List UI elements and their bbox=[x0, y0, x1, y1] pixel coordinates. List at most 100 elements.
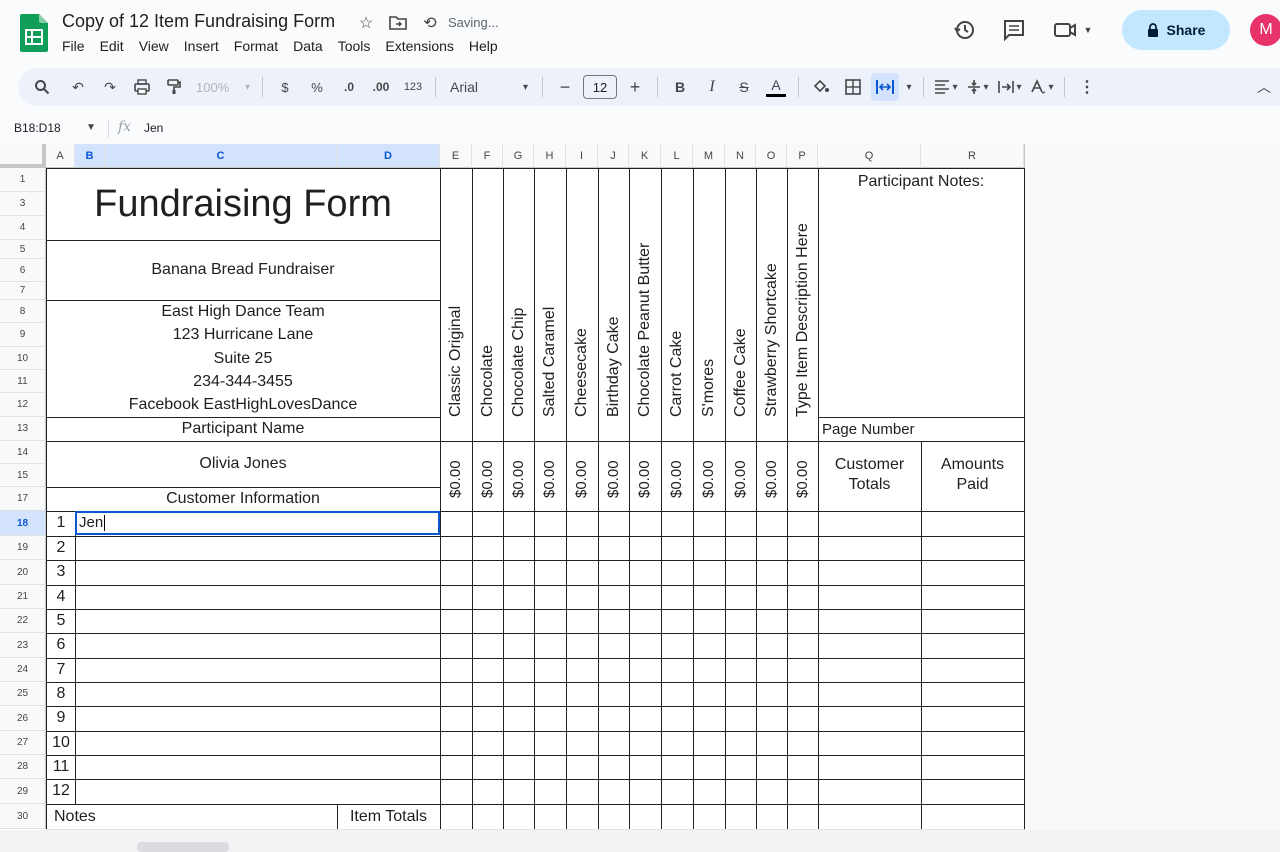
name-box[interactable]: B18:D18 bbox=[14, 121, 61, 135]
menu-edit[interactable]: Edit bbox=[100, 38, 131, 54]
row-header-15[interactable]: 15 bbox=[0, 464, 46, 487]
merge-options-chevron-icon[interactable]: ▾ bbox=[903, 73, 915, 101]
menu-format[interactable]: Format bbox=[234, 38, 285, 54]
text-rotation-icon[interactable]: ▾ bbox=[1028, 73, 1056, 101]
column-header-n[interactable]: N bbox=[725, 144, 756, 168]
row-header-27[interactable]: 27 bbox=[0, 731, 46, 755]
document-title[interactable]: Copy of 12 Item Fundraising Form bbox=[62, 11, 335, 32]
row-header-19[interactable]: 19 bbox=[0, 536, 46, 560]
column-header-h[interactable]: H bbox=[534, 144, 566, 168]
zoom-select[interactable]: 100% ▾ bbox=[192, 73, 254, 101]
column-header-q[interactable]: Q bbox=[818, 144, 921, 168]
print-icon[interactable] bbox=[128, 73, 156, 101]
vertical-align-icon[interactable]: ▾ bbox=[964, 73, 992, 101]
strikethrough-button[interactable]: S bbox=[730, 73, 758, 101]
redo-icon[interactable]: ↷ bbox=[96, 73, 124, 101]
menu-view[interactable]: View bbox=[139, 38, 176, 54]
row-header-5[interactable]: 5 bbox=[0, 240, 46, 259]
row-header-1[interactable]: 1 bbox=[0, 168, 46, 192]
column-header-j[interactable]: J bbox=[598, 144, 629, 168]
merge-cells-icon[interactable] bbox=[871, 73, 899, 101]
scrollbar-thumb[interactable] bbox=[137, 842, 229, 852]
text-wrapping-icon[interactable]: ▾ bbox=[996, 73, 1024, 101]
select-all-corner[interactable] bbox=[0, 144, 46, 168]
comments-icon[interactable] bbox=[994, 10, 1034, 50]
column-header-m[interactable]: M bbox=[693, 144, 725, 168]
avatar[interactable]: M bbox=[1250, 14, 1280, 46]
star-icon[interactable]: ☆ bbox=[354, 12, 378, 34]
row-header-7[interactable]: 7 bbox=[0, 282, 46, 300]
row-header-22[interactable]: 22 bbox=[0, 609, 46, 633]
row-header-17[interactable]: 17 bbox=[0, 487, 46, 511]
selected-cell-value[interactable]: Jen bbox=[79, 514, 103, 531]
row-header-10[interactable]: 10 bbox=[0, 347, 46, 370]
row-header-29[interactable]: 29 bbox=[0, 779, 46, 804]
percent-format-button[interactable]: % bbox=[303, 73, 331, 101]
fill-color-icon[interactable] bbox=[807, 73, 835, 101]
text-color-button[interactable]: A bbox=[762, 73, 790, 101]
bold-button[interactable]: B bbox=[666, 73, 694, 101]
column-header-r[interactable]: R bbox=[921, 144, 1024, 168]
borders-icon[interactable] bbox=[839, 73, 867, 101]
undo-icon[interactable]: ↶ bbox=[64, 73, 92, 101]
increase-font-size-button[interactable]: + bbox=[621, 73, 649, 101]
decrease-font-size-button[interactable]: − bbox=[551, 73, 579, 101]
increase-decimal-button[interactable]: .00 bbox=[367, 73, 395, 101]
row-header-8[interactable]: 8 bbox=[0, 300, 46, 323]
column-header-k[interactable]: K bbox=[629, 144, 661, 168]
search-menus-icon[interactable] bbox=[28, 73, 56, 101]
font-size-value[interactable]: 12 bbox=[583, 75, 617, 99]
decrease-decimal-button[interactable]: .0 bbox=[335, 73, 363, 101]
move-folder-icon[interactable] bbox=[386, 12, 410, 34]
sheet-grid[interactable]: A B C D E F G H I J K L M N O P Q R 1 3 4 5 6 7 8 9 10 11 12 13 14 15 17… bbox=[0, 144, 1280, 830]
row-header-20[interactable]: 20 bbox=[0, 560, 46, 585]
column-header-l[interactable]: L bbox=[661, 144, 693, 168]
column-header-i[interactable]: I bbox=[566, 144, 598, 168]
row-header-12[interactable]: 12 bbox=[0, 393, 46, 417]
chevron-down-icon[interactable]: ▼ bbox=[86, 122, 96, 133]
row-header-3[interactable]: 3 bbox=[0, 192, 46, 216]
column-header-f[interactable]: F bbox=[472, 144, 503, 168]
row-header-26[interactable]: 26 bbox=[0, 706, 46, 731]
row-header-21[interactable]: 21 bbox=[0, 585, 46, 609]
column-header-g[interactable]: G bbox=[503, 144, 534, 168]
row-header-13[interactable]: 13 bbox=[0, 417, 46, 441]
more-options-icon[interactable]: ⋮ bbox=[1073, 73, 1101, 101]
row-header-14[interactable]: 14 bbox=[0, 441, 46, 464]
row-header-23[interactable]: 23 bbox=[0, 633, 46, 658]
column-header-p[interactable]: P bbox=[787, 144, 818, 168]
row-header-18[interactable]: 18 bbox=[0, 511, 46, 536]
font-family-select[interactable]: Arial ▾ bbox=[444, 73, 534, 101]
currency-format-button[interactable]: $ bbox=[271, 73, 299, 101]
horizontal-align-icon[interactable]: ▾ bbox=[932, 73, 960, 101]
menu-extensions[interactable]: Extensions bbox=[385, 38, 460, 54]
column-header-o[interactable]: O bbox=[756, 144, 787, 168]
row-header-6[interactable]: 6 bbox=[0, 259, 46, 282]
row-header-4[interactable]: 4 bbox=[0, 216, 46, 240]
column-header-e[interactable]: E bbox=[440, 144, 472, 168]
more-formats-button[interactable]: 123 bbox=[399, 73, 427, 101]
horizontal-scrollbar[interactable] bbox=[0, 830, 1280, 852]
paint-format-icon[interactable] bbox=[160, 73, 188, 101]
sheets-logo-icon[interactable] bbox=[20, 14, 48, 52]
formula-input[interactable]: Jen bbox=[144, 121, 163, 135]
row-header-25[interactable]: 25 bbox=[0, 682, 46, 706]
meet-icon[interactable]: ▼ bbox=[1048, 10, 1098, 50]
row-header-24[interactable]: 24 bbox=[0, 658, 46, 682]
column-header-c[interactable]: C bbox=[105, 144, 337, 168]
column-header-b[interactable]: B bbox=[75, 144, 105, 168]
row-header-28[interactable]: 28 bbox=[0, 755, 46, 779]
version-history-icon[interactable] bbox=[944, 10, 984, 50]
selected-cell-editor[interactable] bbox=[75, 511, 440, 535]
font-size-field[interactable]: 12 bbox=[583, 73, 617, 101]
menu-tools[interactable]: Tools bbox=[338, 38, 378, 54]
menu-file[interactable]: File bbox=[62, 38, 92, 54]
share-button[interactable]: Share bbox=[1122, 10, 1230, 50]
collapse-menu-chevron-icon[interactable]: ︿ bbox=[1250, 73, 1278, 101]
row-header-30[interactable]: 30 bbox=[0, 804, 46, 829]
menu-insert[interactable]: Insert bbox=[184, 38, 226, 54]
column-header-a[interactable]: A bbox=[46, 144, 75, 168]
row-header-9[interactable]: 9 bbox=[0, 323, 46, 347]
column-header-d[interactable]: D bbox=[337, 144, 440, 168]
menu-help[interactable]: Help bbox=[469, 38, 505, 54]
